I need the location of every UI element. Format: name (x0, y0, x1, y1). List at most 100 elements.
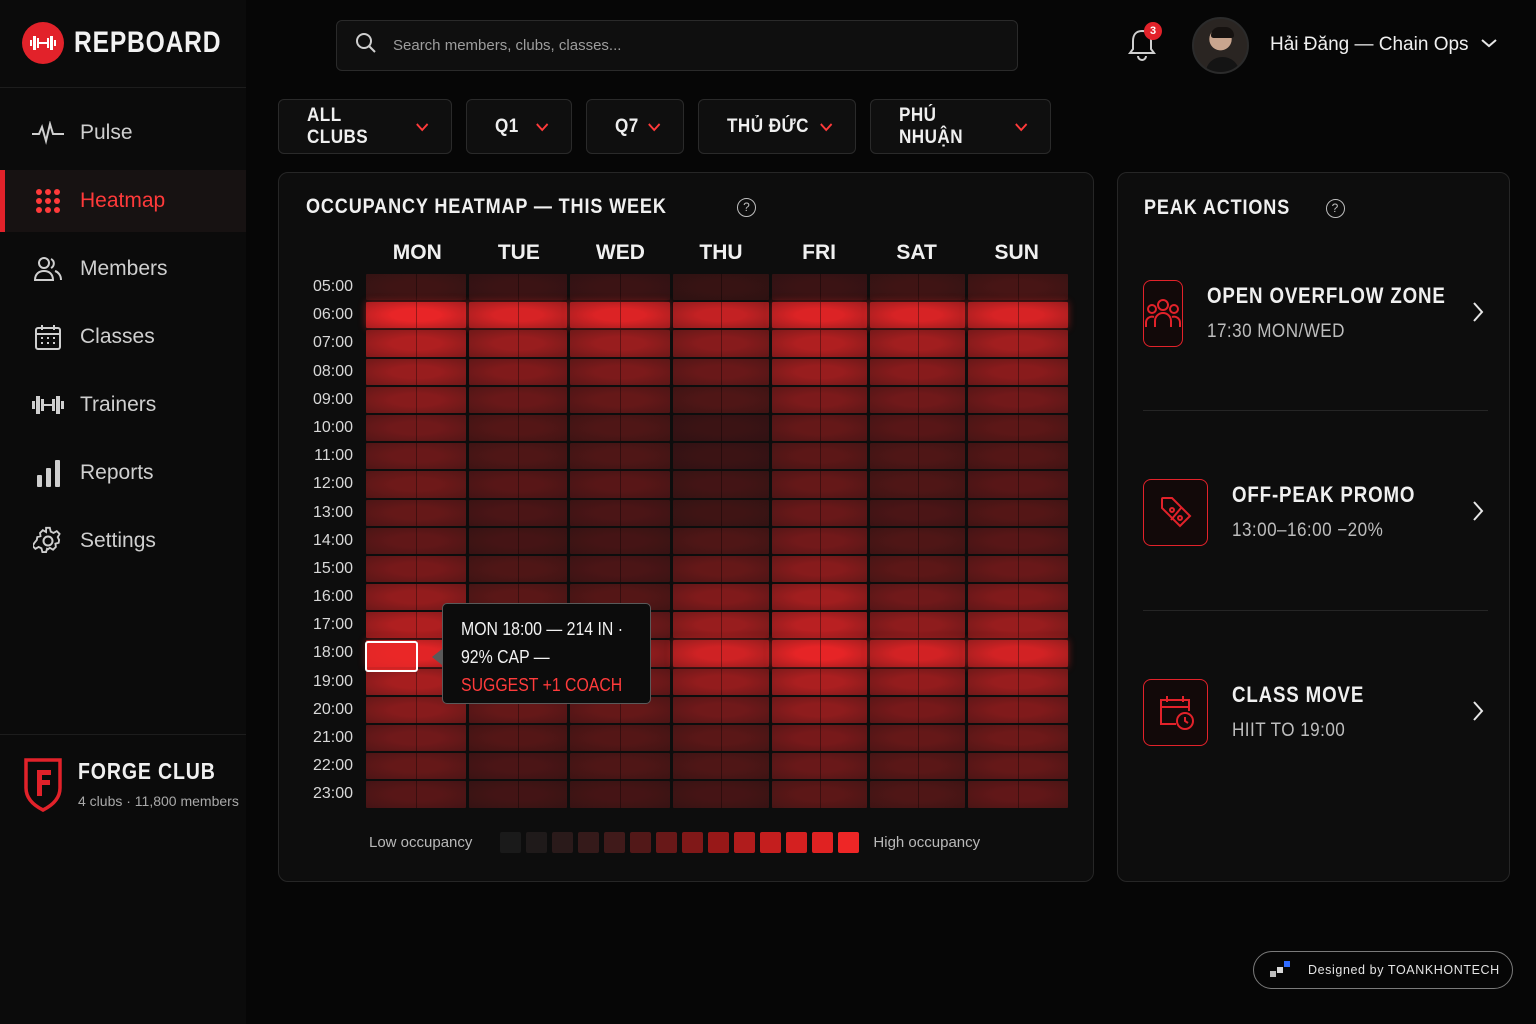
heatmap-cell[interactable] (968, 471, 1068, 498)
heatmap-cell[interactable] (968, 358, 1068, 385)
heatmap-cell[interactable] (673, 640, 769, 667)
heatmap-cell[interactable] (870, 753, 965, 780)
search-input[interactable] (393, 37, 953, 54)
heatmap-cell[interactable] (772, 555, 867, 583)
heatmap-cell[interactable] (570, 499, 670, 526)
heatmap-cell[interactable] (870, 696, 965, 724)
heatmap-cell[interactable] (772, 725, 867, 752)
heatmap-cell[interactable] (772, 443, 867, 470)
heatmap-cell[interactable] (673, 612, 769, 639)
heatmap-cell[interactable] (772, 499, 867, 526)
heatmap-cell[interactable] (366, 302, 466, 329)
filter-q7[interactable]: Q7 (586, 99, 684, 154)
heatmap-cell[interactable] (772, 584, 867, 611)
filter-thu-duc[interactable]: THỦ ĐỨC (698, 99, 856, 154)
heatmap-cell[interactable] (968, 781, 1068, 808)
heatmap-cell[interactable] (366, 471, 466, 498)
heatmap-cell[interactable] (366, 443, 466, 470)
heatmap-cell[interactable] (673, 499, 769, 526)
heatmap-cell[interactable] (870, 274, 965, 301)
heatmap-cell[interactable] (870, 527, 965, 555)
heatmap-cell[interactable] (772, 753, 867, 780)
heatmap-cell[interactable] (772, 274, 867, 301)
heatmap-cell[interactable] (570, 527, 670, 555)
heatmap-cell[interactable] (968, 725, 1068, 752)
heatmap-cell[interactable] (570, 386, 670, 414)
sidebar-item-reports[interactable]: Reports (0, 442, 246, 504)
heatmap-cell[interactable] (968, 612, 1068, 639)
heatmap-cell[interactable] (772, 302, 867, 329)
sidebar-item-classes[interactable]: Classes (0, 306, 246, 368)
heatmap-cell[interactable] (469, 555, 567, 583)
heatmap-cell[interactable] (570, 274, 670, 301)
heatmap-cell[interactable] (968, 386, 1068, 414)
heatmap-cell[interactable] (673, 781, 769, 808)
sidebar-item-heatmap[interactable]: Heatmap (0, 170, 246, 232)
selected-cell[interactable] (365, 641, 418, 672)
heatmap-cell[interactable] (968, 499, 1068, 526)
heatmap-cell[interactable] (366, 386, 466, 414)
heatmap-cell[interactable] (570, 302, 670, 329)
heatmap-cell[interactable] (772, 668, 867, 696)
heatmap-cell[interactable] (570, 555, 670, 583)
chevron-down-icon[interactable] (1480, 36, 1498, 54)
heatmap-cell[interactable] (366, 555, 466, 583)
heatmap-cell[interactable] (870, 471, 965, 498)
club-switcher[interactable]: FORGE CLUB 4 clubs · 11,800 members (22, 756, 240, 819)
heatmap-cell[interactable] (469, 753, 567, 780)
heatmap-cell[interactable] (366, 527, 466, 555)
heatmap-cell[interactable] (772, 527, 867, 555)
heatmap-cell[interactable] (772, 640, 867, 667)
heatmap-cell[interactable] (968, 302, 1068, 329)
heatmap-cell[interactable] (570, 443, 670, 470)
heatmap-cell[interactable] (469, 471, 567, 498)
heatmap-cell[interactable] (469, 302, 567, 329)
heatmap-cell[interactable] (570, 330, 670, 357)
notifications-button[interactable]: 3 (1126, 22, 1162, 62)
heatmap-cell[interactable] (366, 725, 466, 752)
heatmap-cell[interactable] (968, 414, 1068, 442)
heatmap-cell[interactable] (968, 443, 1068, 470)
avatar[interactable] (1192, 17, 1249, 74)
heatmap-cell[interactable] (870, 584, 965, 611)
heatmap-cell[interactable] (673, 725, 769, 752)
heatmap-cell[interactable] (469, 358, 567, 385)
filter-all-clubs[interactable]: ALL CLUBS (278, 99, 452, 154)
heatmap-cell[interactable] (570, 471, 670, 498)
heatmap-cell[interactable] (366, 330, 466, 357)
heatmap-cell[interactable] (469, 499, 567, 526)
heatmap-cell[interactable] (673, 414, 769, 442)
heatmap-cell[interactable] (968, 330, 1068, 357)
heatmap-cell[interactable] (968, 555, 1068, 583)
heatmap-cell[interactable] (469, 443, 567, 470)
heatmap-cell[interactable] (968, 753, 1068, 780)
heatmap-cell[interactable] (772, 330, 867, 357)
heatmap-cell[interactable] (870, 386, 965, 414)
heatmap-cell[interactable] (673, 302, 769, 329)
heatmap-cell[interactable] (870, 443, 965, 470)
heatmap-cell[interactable] (870, 668, 965, 696)
heatmap-cell[interactable] (469, 330, 567, 357)
heatmap-cell[interactable] (570, 725, 670, 752)
sidebar-item-settings[interactable]: Settings (0, 510, 246, 572)
action-class-move[interactable]: CLASS MOVE HIIT TO 19:00 (1143, 678, 1488, 746)
help-icon[interactable]: ? (1325, 198, 1345, 218)
heatmap-cell[interactable] (366, 499, 466, 526)
heatmap-cell[interactable] (366, 781, 466, 808)
heatmap-cell[interactable] (968, 527, 1068, 555)
filter-phu-nhuan[interactable]: PHÚ NHUẬN (870, 99, 1051, 154)
heatmap-cell[interactable] (673, 443, 769, 470)
heatmap-cell[interactable] (870, 640, 965, 667)
filter-q1[interactable]: Q1 (466, 99, 572, 154)
heatmap-cell[interactable] (870, 555, 965, 583)
heatmap-cell[interactable] (673, 330, 769, 357)
heatmap-cell[interactable] (673, 696, 769, 724)
heatmap-cell[interactable] (469, 274, 567, 301)
action-open-overflow-zone[interactable]: OPEN OVERFLOW ZONE 17:30 MON/WED (1143, 279, 1488, 347)
heatmap-cell[interactable] (870, 330, 965, 357)
heatmap-cell[interactable] (870, 612, 965, 639)
action-off-peak-promo[interactable]: OFF-PEAK PROMO 13:00–16:00 −20% (1143, 478, 1488, 546)
heatmap-cell[interactable] (366, 414, 466, 442)
heatmap-cell[interactable] (772, 471, 867, 498)
heatmap-cell[interactable] (870, 499, 965, 526)
